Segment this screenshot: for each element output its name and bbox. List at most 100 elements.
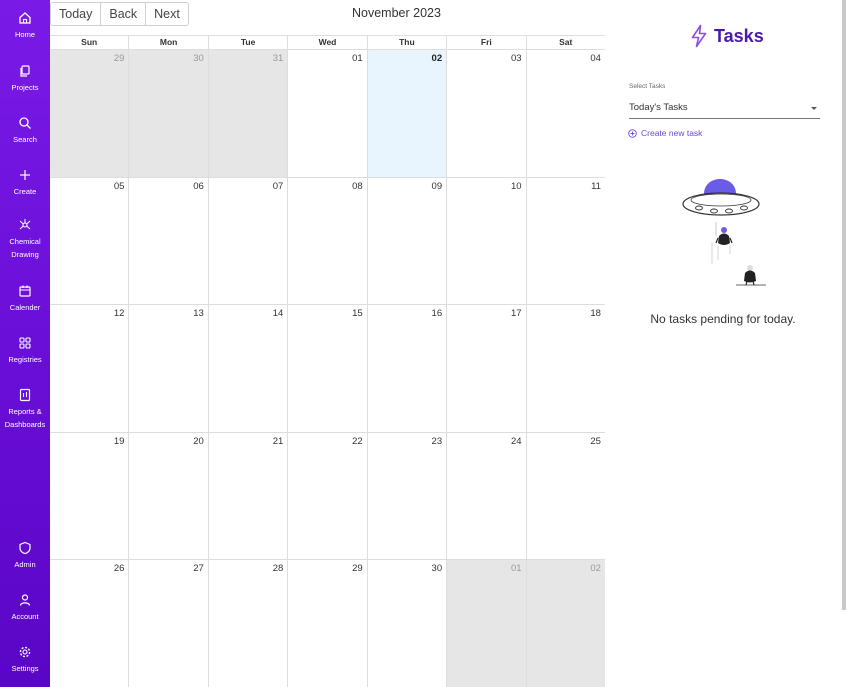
day-number: 02 [431,53,443,64]
sidebar-item-reports-dashboards[interactable]: Reports & Dashboards [0,388,50,431]
day-cell[interactable]: 01 [446,560,526,687]
day-number: 06 [193,180,204,192]
weekday-label: Thu [366,36,446,49]
day-cell[interactable]: 12 [50,305,128,432]
day-number: 26 [113,563,125,575]
weekday-label: Sun [81,37,98,47]
calendar-week: 19 20 21 22 23 24 25 [50,432,605,561]
tasks-title: Tasks [714,25,764,46]
day-number: 30 [431,563,443,575]
day-number: 15 [352,308,363,320]
weekday-label: Mon [128,36,207,49]
day-cell[interactable]: 27 [128,560,207,687]
sidebar-item-label: Projects [11,83,39,92]
day-cell[interactable]: 30 [128,50,208,177]
sidebar-item-settings[interactable]: Settings [0,645,50,675]
day-cell[interactable]: 02 [525,560,605,687]
day-number: 11 [591,180,601,192]
back-button[interactable]: Back [101,2,147,26]
sidebar-item-search[interactable]: Search [0,116,50,146]
day-cell[interactable]: 28 [207,560,287,687]
day-cell[interactable]: 29 [287,560,366,687]
day-cell[interactable]: 10 [446,177,525,305]
day-cell[interactable]: 24 [446,432,525,560]
create-new-task-link[interactable]: Create new task [628,128,702,138]
day-cell[interactable]: 13 [128,305,207,432]
sidebar-item-chemical-drawing[interactable]: Chemical Drawing [0,218,50,261]
day-cell[interactable]: 16 [366,305,446,432]
sidebar-item-registries[interactable]: Registries [0,336,50,366]
page-scrollbar[interactable] [842,0,846,610]
weekday-label: Fri [446,36,525,49]
day-cell[interactable]: 14 [207,305,287,432]
day-number: 17 [510,308,522,320]
weekday-label: Wed [287,36,366,49]
day-cell[interactable]: 05 [50,178,128,305]
day-number: 16 [431,308,443,320]
calendar-week: 05 06 07 08 09 10 11 [50,177,605,306]
today-button[interactable]: Today [50,2,102,26]
sidebar-item-projects[interactable]: Projects [0,64,50,94]
gear-icon [19,646,31,658]
calendar-week: 29 30 31 01 02 03 04 [50,50,605,178]
day-cell[interactable]: 08 [287,177,366,305]
day-cell[interactable]: 11 [525,177,605,305]
day-cell[interactable]: 06 [128,177,207,305]
report-icon [19,388,31,402]
sidebar-item-label: Chemical Drawing [9,237,41,259]
day-cell[interactable]: 07 [207,177,287,305]
day-number: 28 [272,563,284,575]
day-cell[interactable]: 21 [207,432,287,560]
day-number: 01 [352,53,363,64]
molecule-icon [19,219,31,230]
sidebar-item-account[interactable]: Account [0,593,50,623]
empty-tasks-message: No tasks pending for today. [650,312,796,326]
day-cell[interactable]: 30 [366,560,446,687]
month-title: November 2023 [352,6,441,20]
day-cell[interactable]: 18 [525,305,605,432]
day-number: 24 [510,435,522,447]
day-cell[interactable]: 20 [128,432,207,560]
day-cell[interactable]: 19 [50,433,128,560]
sidebar-item-home[interactable]: Home [0,11,50,41]
app: Home Projects Search Create Chemical Dra… [0,0,846,687]
day-number: 22 [352,435,363,447]
ufo-illustration [682,179,766,286]
sidebar-item-label: Calender [9,303,41,312]
next-button[interactable]: Next [146,2,189,26]
day-cell[interactable]: 04 [525,50,605,177]
weekday-label: Sat [525,36,605,49]
day-cell[interactable]: 03 [446,50,525,177]
day-cell[interactable]: 17 [446,305,525,432]
day-cell[interactable]: 15 [287,305,366,432]
sidebar-item-calender[interactable]: Calender [0,284,50,314]
day-cell[interactable]: 29 [50,50,129,177]
sidebar-item-label: Reports & Dashboards [4,407,46,429]
sidebar-item-admin[interactable]: Admin [0,541,50,571]
sidebar-item-label: Settings [11,664,39,673]
sidebar-item-label: Registries [8,355,42,364]
day-number: 05 [113,180,125,192]
day-cell[interactable]: 23 [366,432,446,560]
day-cell[interactable]: 25 [525,432,605,560]
day-cell[interactable]: 01 [287,50,366,177]
plus-icon [20,170,30,180]
day-cell[interactable]: 26 [50,560,128,687]
sidebar-item-label: Account [11,612,39,621]
day-cell[interactable]: 31 [207,50,288,177]
day-number: 19 [113,435,125,447]
calendar-week: 26 27 28 29 30 01 02 [50,560,605,687]
plus-circle-icon [628,128,637,138]
day-number: 01 [510,563,522,575]
day-cell[interactable]: 22 [287,432,366,560]
sidebar-item-create[interactable]: Create [0,168,50,198]
day-number: 20 [193,435,204,447]
day-number: 04 [590,53,601,64]
select-tasks-dropdown[interactable]: Today's Tasks [629,98,820,119]
day-number: 02 [590,563,601,575]
day-number: 29 [352,563,363,575]
day-cell[interactable]: 09 [366,177,446,305]
day-number: 25 [590,435,601,447]
day-number: 09 [431,180,443,192]
day-cell-today[interactable]: 02 [366,50,447,177]
